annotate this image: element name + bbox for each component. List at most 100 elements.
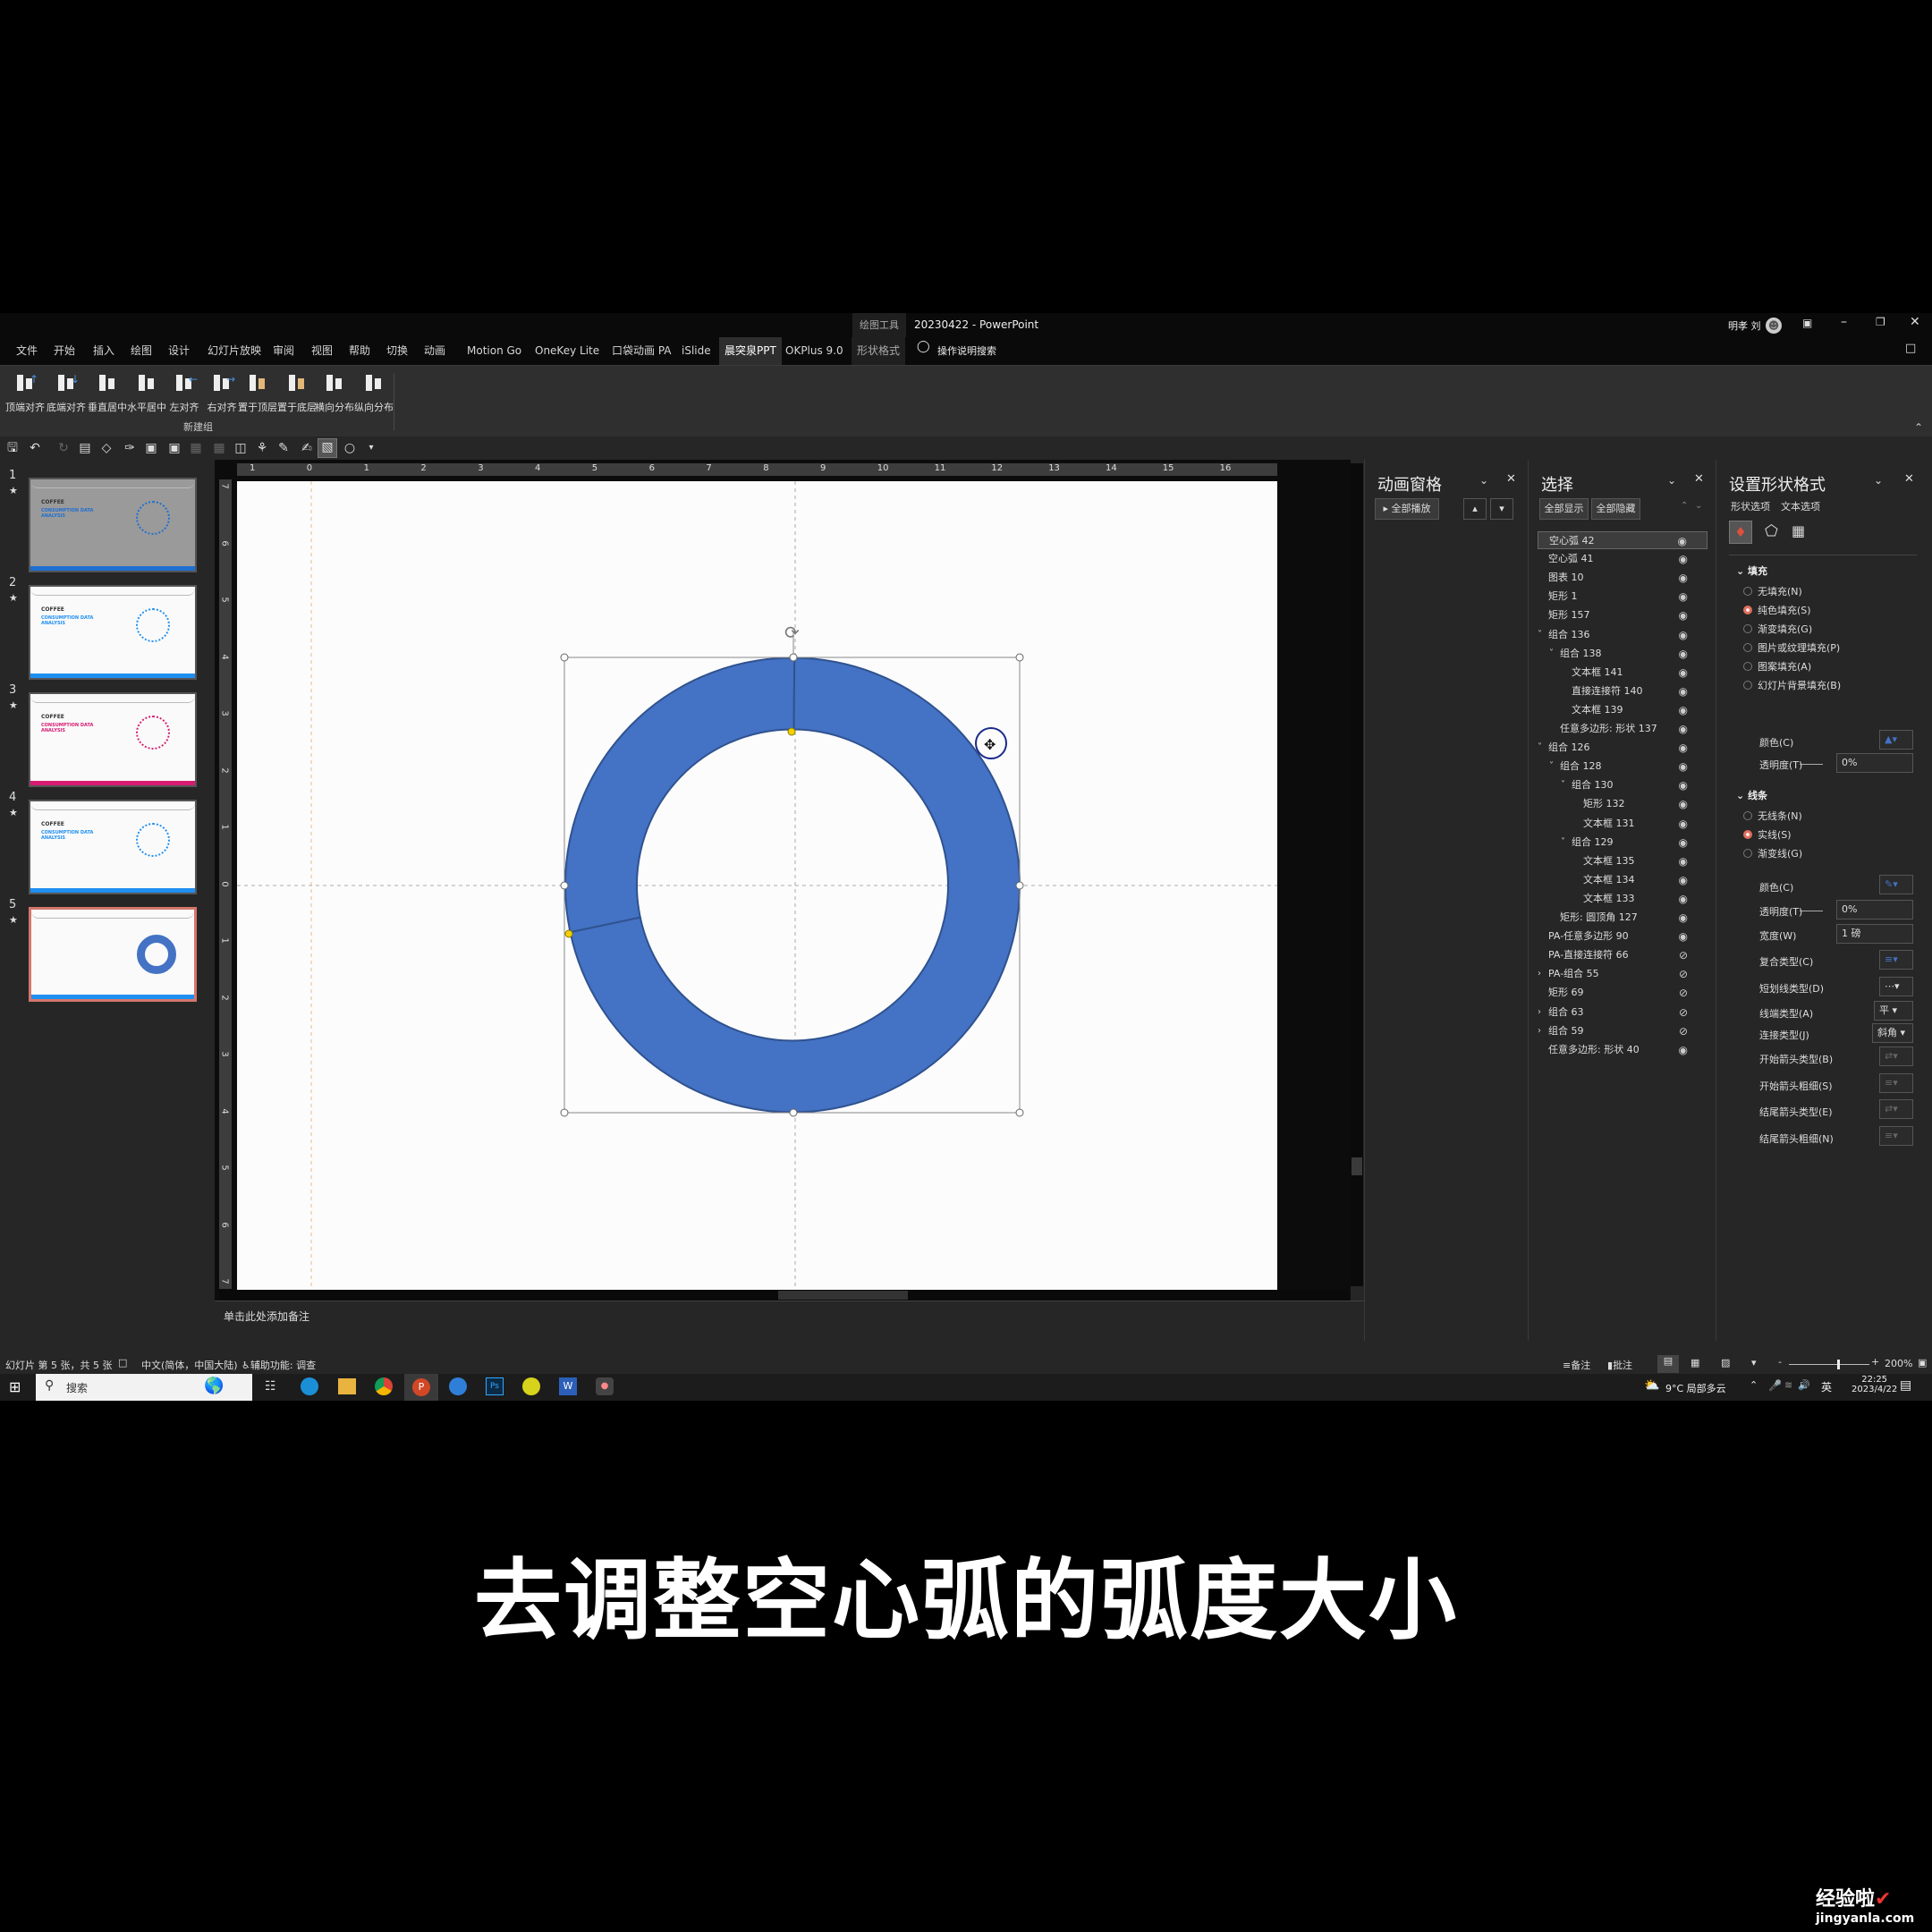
selection-item[interactable]: PA-直接连接符 66 ⊘ (1538, 946, 1707, 964)
selection-item[interactable]: 文本框 133 ◉ (1538, 890, 1707, 908)
tray-expand-icon[interactable]: ⌃ (1750, 1379, 1758, 1391)
ribbon-button-2[interactable]: 垂直居中 (88, 371, 127, 414)
comments-icon[interactable]: □ (1905, 342, 1916, 355)
tab-shape-options[interactable]: 形状选项 (1731, 499, 1770, 513)
eye-icon[interactable]: ◉ (1679, 569, 1688, 587)
customize-qat-icon[interactable]: ▾ (363, 440, 379, 456)
selection-item[interactable]: ˅ 组合 138 ◉ (1538, 645, 1707, 663)
fill-option[interactable]: 图案填充(A) (1743, 659, 1811, 674)
radio-button[interactable] (1743, 662, 1752, 671)
eye-icon[interactable]: ◉ (1679, 815, 1688, 833)
selection-item[interactable]: 任意多边形: 形状 40 ◉ (1538, 1041, 1707, 1059)
ribbon-button-6[interactable]: 置于顶层 (238, 371, 277, 414)
ime-indicator[interactable]: 英 (1821, 1379, 1832, 1394)
group-icon[interactable]: ▦ (188, 440, 204, 456)
menu-tab-4[interactable]: 设计 (163, 337, 195, 365)
zoom-out-button[interactable]: - (1778, 1356, 1782, 1368)
edge-icon[interactable] (301, 1377, 318, 1395)
fill-option[interactable]: 幻灯片背景填充(B) (1743, 678, 1841, 692)
windows-start-icon[interactable]: ⊞ (9, 1378, 21, 1395)
selection-item[interactable]: ˅ 组合 128 ◉ (1538, 758, 1707, 775)
menu-tab-6[interactable]: 审阅 (267, 337, 300, 365)
resize-handle[interactable] (1015, 1108, 1024, 1117)
avatar[interactable]: ☻ (1766, 318, 1782, 334)
distribute-icon[interactable]: ◫ (233, 440, 249, 456)
eye-icon[interactable]: ◉ (1679, 909, 1688, 927)
selection-item[interactable]: PA-任意多边形 90 ◉ (1538, 928, 1707, 945)
ribbon-button-9[interactable]: 纵向分布 (354, 371, 394, 414)
tell-me-search[interactable]: 操作说明搜索 (937, 337, 996, 365)
cap-type-dropdown[interactable]: 平 ▾ (1874, 1001, 1913, 1021)
slide-sorter-icon[interactable]: ▦ (1690, 1357, 1699, 1368)
join-type-dropdown[interactable]: 斜角 ▾ (1872, 1023, 1913, 1043)
powerpoint-taskbar-button[interactable]: P (404, 1374, 438, 1401)
radio-button[interactable] (1743, 643, 1752, 652)
selection-item[interactable]: 直接连接符 140 ◉ (1538, 682, 1707, 700)
chevron-down-icon[interactable]: ˅ (1561, 834, 1565, 852)
eye-icon[interactable]: ◉ (1679, 1041, 1688, 1059)
selection-item[interactable]: ˅ 组合 136 ◉ (1538, 626, 1707, 644)
crop-icon[interactable]: ⚘ (254, 440, 270, 456)
menu-tab-3[interactable]: 绘图 (125, 337, 157, 365)
selection-item[interactable]: 矩形 1 ◉ (1538, 588, 1707, 606)
line-transparency-input[interactable]: 0% (1836, 900, 1913, 919)
eye-icon[interactable]: ◉ (1679, 645, 1688, 663)
file-explorer-icon[interactable] (338, 1378, 356, 1394)
recorder-icon[interactable]: ● (596, 1377, 614, 1395)
menu-tab-8[interactable]: 帮助 (343, 337, 376, 365)
bring-forward-icon[interactable]: ▣ (143, 440, 159, 456)
bring-forward-icon[interactable]: ⌃ (1681, 501, 1688, 511)
radio-button[interactable] (1743, 606, 1752, 614)
fill-option[interactable]: 纯色填充(S) (1743, 603, 1811, 617)
ribbon-button-8[interactable]: 横向分布 (315, 371, 354, 414)
accessibility-status[interactable]: ♿辅助功能: 调查 (242, 1358, 316, 1372)
ribbon-button-0[interactable]: ↑ 顶端对齐 (5, 371, 45, 414)
selection-item[interactable]: 空心弧 42 ◉ (1538, 531, 1707, 549)
app-icon-yellow[interactable] (522, 1377, 540, 1395)
selection-item[interactable]: 文本框 135 ◉ (1538, 852, 1707, 870)
selection-item[interactable]: 矩形 157 ◉ (1538, 606, 1707, 624)
block-arc-remainder[interactable] (564, 657, 796, 934)
slide-thumbnail-1[interactable]: COFFEE CONSUMPTION DATA ANALYSIS (29, 478, 197, 572)
radio-button[interactable] (1743, 830, 1752, 839)
selection-item[interactable]: 矩形 69 ⊘ (1538, 984, 1707, 1002)
ungroup-icon[interactable]: ▦ (211, 440, 227, 456)
fill-option[interactable]: 渐变填充(G) (1743, 622, 1812, 636)
zoom-slider[interactable] (1789, 1360, 1869, 1369)
fill-transparency-slider[interactable] (1800, 764, 1823, 765)
line-option[interactable]: 实线(S) (1743, 827, 1792, 842)
selection-item[interactable]: 矩形 132 ◉ (1538, 795, 1707, 813)
eye-icon[interactable]: ◉ (1679, 758, 1688, 775)
eye-icon[interactable]: ◉ (1679, 664, 1688, 682)
user-name[interactable]: 明孝 刘 (1728, 318, 1761, 333)
menu-tab-14[interactable]: iSlide (676, 337, 716, 365)
fill-transparency-input[interactable]: 0% (1836, 753, 1913, 773)
send-backward-icon[interactable]: ▣ (166, 440, 182, 456)
radio-button[interactable] (1743, 849, 1752, 858)
restore-button[interactable]: ❐ (1876, 316, 1885, 328)
clock[interactable]: 22:25 2023/4/22 (1852, 1375, 1897, 1394)
eye-icon[interactable]: ◉ (1679, 890, 1688, 908)
adjust-handle-angle[interactable] (564, 929, 573, 938)
slide-canvas[interactable]: ⟳ ✥ (237, 481, 1277, 1290)
resize-handle[interactable] (560, 653, 569, 662)
eye-hidden-icon[interactable]: ⊘ (1679, 984, 1688, 1002)
slide-thumbnail-5[interactable] (29, 907, 197, 1002)
selection-item[interactable]: 矩形: 圆顶角 127 ◉ (1538, 909, 1707, 927)
selection-item[interactable]: 文本框 139 ◉ (1538, 701, 1707, 719)
minimize-button[interactable]: – (1841, 315, 1847, 329)
close-pane-icon[interactable]: ✕ (1506, 472, 1516, 486)
selection-item[interactable]: › 组合 63 ⊘ (1538, 1004, 1707, 1021)
radio-button[interactable] (1743, 624, 1752, 633)
menu-tab-5[interactable]: 幻灯片放映 (202, 337, 267, 365)
weather-icon[interactable]: ⛅ (1644, 1378, 1659, 1393)
eye-hidden-icon[interactable]: ⊘ (1679, 1004, 1688, 1021)
pane-options-icon[interactable]: ⌄ (1874, 474, 1883, 487)
chevron-down-icon[interactable]: ˅ (1561, 776, 1565, 794)
selection-item[interactable]: › PA-组合 55 ⊘ (1538, 965, 1707, 983)
ribbon-button-7[interactable]: 置于底层 (277, 371, 317, 414)
menu-tab-17[interactable]: 形状格式 (852, 337, 906, 365)
chevron-down-icon[interactable]: ˅ (1549, 758, 1554, 775)
eye-icon[interactable]: ◉ (1679, 682, 1688, 700)
horizontal-scrollbar[interactable] (219, 1290, 1348, 1301)
